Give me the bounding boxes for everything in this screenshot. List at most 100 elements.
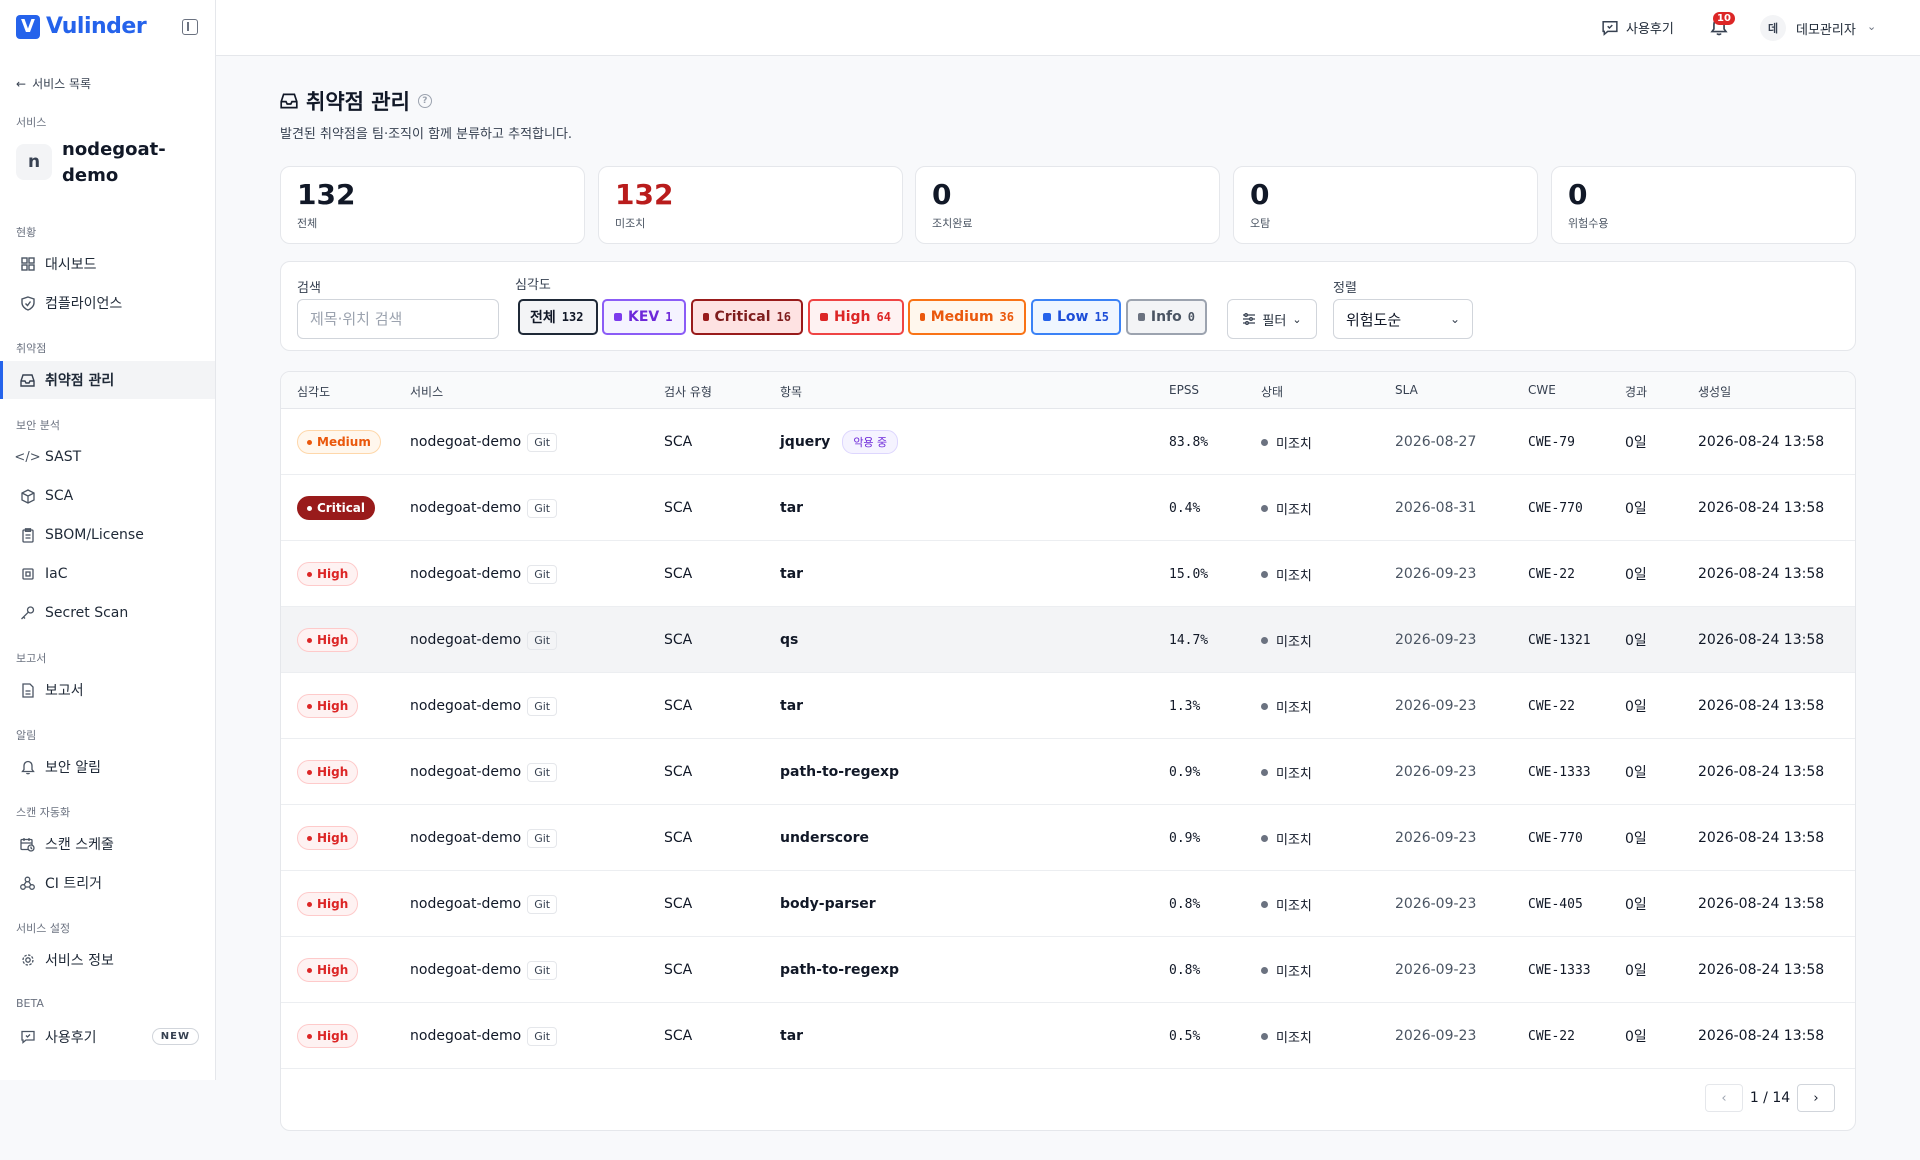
severity-chip-kev[interactable]: KEV 1 [602, 299, 686, 335]
table-row[interactable]: High nodegoat-demo Git SCA qs 14.7% 미조치 … [281, 607, 1855, 673]
chevron-left-icon[interactable]: ‹ [1705, 1084, 1743, 1112]
chip-label: Medium [930, 309, 994, 325]
user-avatar[interactable]: 데 [1760, 15, 1786, 41]
sort-select[interactable]: 위험도순 ⌄ [1333, 299, 1473, 339]
sidebar-item-compliance[interactable]: 컴플라이언스 [0, 284, 215, 322]
table-row[interactable]: High nodegoat-demo Git SCA tar 15.0% 미조치… [281, 541, 1855, 607]
vulnerability-table: 심각도 서비스 검사 유형 항목 EPSS 상태 SLA CWE 경과 생성일 … [280, 371, 1856, 1131]
item-name[interactable]: tar [780, 698, 803, 714]
header-review-label: 사용후기 [1626, 22, 1674, 37]
cell-item[interactable]: underscore [780, 805, 869, 871]
back-to-services-link[interactable]: ← 서비스 목록 [16, 75, 91, 92]
git-tag: Git [527, 1026, 558, 1046]
table-row[interactable]: High nodegoat-demo Git SCA tar 1.3% 미조치 … [281, 673, 1855, 739]
sidebar-item-vuln-management[interactable]: 취약점 관리 [0, 361, 215, 399]
service-name: nodegoat-demo [410, 962, 522, 978]
search-input[interactable] [297, 299, 499, 339]
table-row[interactable]: High nodegoat-demo Git SCA underscore 0.… [281, 805, 1855, 871]
chevron-down-icon: ⌄ [1449, 312, 1460, 326]
column-header-status[interactable]: 상태 [1261, 383, 1283, 400]
kev-dot-icon [614, 313, 622, 321]
item-name[interactable]: underscore [780, 830, 869, 846]
cell-severity: High [297, 871, 359, 937]
item-name[interactable]: jquery [780, 434, 830, 450]
item-name[interactable]: tar [780, 566, 803, 582]
cell-elapsed: 0일 [1625, 765, 1647, 781]
sidebar-item-service-info[interactable]: 서비스 정보 [0, 941, 215, 979]
search-label: 검색 [297, 281, 321, 296]
severity-chip-info[interactable]: Info 0 [1126, 299, 1207, 335]
cell-item[interactable]: tar [780, 541, 803, 607]
column-header-elapsed[interactable]: 경과 [1625, 383, 1647, 400]
table-row[interactable]: High nodegoat-demo Git SCA path-to-regex… [281, 739, 1855, 805]
item-name[interactable]: body-parser [780, 896, 876, 912]
section-label-status: 현황 [16, 226, 37, 239]
table-row[interactable]: Medium nodegoat-demo Git SCA jquery 악용 중 … [281, 409, 1855, 475]
filter-button[interactable]: 필터 ⌄ [1227, 299, 1317, 339]
user-name[interactable]: 데모관리자 [1796, 19, 1856, 38]
cell-item[interactable]: path-to-regexp [780, 739, 899, 805]
column-header-service[interactable]: 서비스 [410, 383, 443, 400]
cell-item[interactable]: tar [780, 673, 803, 739]
severity-chip-critical[interactable]: Critical 16 [691, 299, 803, 335]
column-header-created[interactable]: 생성일 [1698, 383, 1731, 400]
cell-item[interactable]: qs [780, 607, 798, 673]
severity-chip-medium[interactable]: Medium 36 [908, 299, 1026, 335]
table-row[interactable]: High nodegoat-demo Git SCA path-to-regex… [281, 937, 1855, 1003]
cell-item[interactable]: tar [780, 1003, 803, 1069]
sidebar-item-iac[interactable]: IaC [0, 555, 215, 593]
column-header-item[interactable]: 항목 [780, 383, 802, 400]
sliders-icon [1243, 313, 1256, 325]
critical-dot-icon [703, 313, 709, 321]
item-name[interactable]: tar [780, 1028, 803, 1044]
cell-sla: 2026-09-23 [1395, 830, 1477, 846]
gear-icon [20, 953, 35, 968]
cell-created: 2026-08-24 13:58 [1698, 896, 1825, 912]
item-name[interactable]: tar [780, 500, 803, 516]
severity-chip-all[interactable]: 전체 132 [518, 299, 598, 335]
header-review-button[interactable]: 사용후기 [1602, 18, 1674, 37]
item-name[interactable]: path-to-regexp [780, 962, 899, 978]
severity-chip-high[interactable]: High 64 [808, 299, 904, 335]
sidebar-item-review[interactable]: 사용후기 NEW [0, 1018, 215, 1056]
chevron-down-icon[interactable]: ⌄ [1867, 20, 1876, 33]
page-subtitle: 발견된 취약점을 팀·조직이 함께 분류하고 추적합니다. [280, 127, 573, 142]
table-row[interactable]: High nodegoat-demo Git SCA tar 0.5% 미조치 … [281, 1003, 1855, 1069]
column-header-scan-type[interactable]: 검사 유형 [664, 383, 712, 400]
cell-sla: 2026-09-23 [1395, 896, 1477, 912]
back-link-label: 서비스 목록 [32, 77, 92, 91]
column-header-cwe[interactable]: CWE [1528, 383, 1556, 397]
chip-label: High [834, 309, 871, 325]
sidebar-item-sbom[interactable]: SBOM/License [0, 516, 215, 554]
inbox-icon [20, 373, 35, 388]
sidebar-item-dashboard[interactable]: 대시보드 [0, 245, 215, 283]
cell-scan-type: SCA [664, 962, 693, 978]
column-header-sla[interactable]: SLA [1395, 383, 1418, 397]
page-indicator: 1 / 14 [1749, 1090, 1791, 1106]
item-name[interactable]: path-to-regexp [780, 764, 899, 780]
cell-item[interactable]: body-parser [780, 871, 876, 937]
severity-chip-low[interactable]: Low 15 [1031, 299, 1121, 335]
sidebar-item-ci-trigger[interactable]: CI 트리거 [0, 864, 215, 902]
cell-scan-type: SCA [664, 566, 693, 582]
sidebar-item-report[interactable]: 보고서 [0, 671, 215, 709]
chevron-right-icon[interactable]: › [1797, 1084, 1835, 1112]
cell-item[interactable]: path-to-regexp [780, 937, 899, 1003]
sidebar-item-scan-schedule[interactable]: 스캔 스케줄 [0, 825, 215, 863]
help-circle-icon[interactable]: ? [417, 94, 432, 108]
item-name[interactable]: qs [780, 632, 798, 648]
column-header-severity[interactable]: 심각도 [297, 383, 330, 400]
table-row[interactable]: High nodegoat-demo Git SCA body-parser 0… [281, 871, 1855, 937]
sidebar-collapse-icon[interactable] [182, 19, 198, 35]
table-row[interactable]: Critical nodegoat-demo Git SCA tar 0.4% … [281, 475, 1855, 541]
sidebar-item-secret-scan[interactable]: Secret Scan [0, 594, 215, 632]
cell-item[interactable]: tar [780, 475, 803, 541]
column-header-epss[interactable]: EPSS [1169, 383, 1199, 397]
sidebar-item-sast[interactable]: </> SAST [0, 438, 215, 476]
sidebar-item-sca[interactable]: SCA [0, 477, 215, 515]
chip-count: 36 [999, 310, 1014, 324]
app-logo[interactable]: V Vulinder [16, 14, 147, 39]
stat-label: 위험수용 [1568, 217, 1609, 230]
sidebar-item-security-alert[interactable]: 보안 알림 [0, 748, 215, 786]
cell-item[interactable]: jquery 악용 중 [780, 409, 899, 475]
